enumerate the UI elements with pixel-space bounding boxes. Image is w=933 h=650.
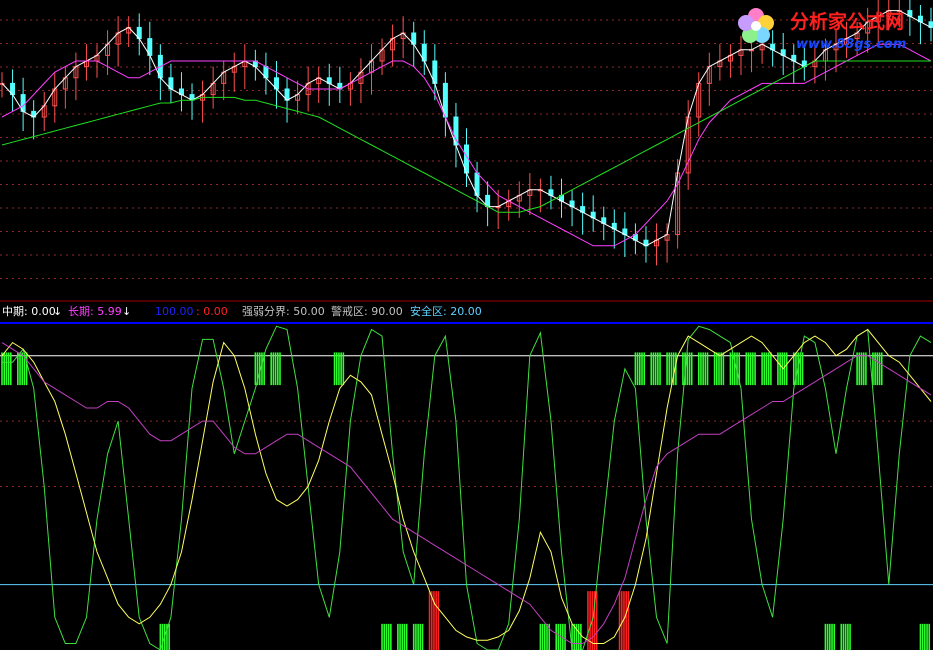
indicator-legend: 中期: 0.00 ↓ 长期: 5.99 ↓ 100.00 : 0.00 强弱分界…	[2, 304, 482, 318]
stock-chart: 中期: 0.00 ↓ 长期: 5.99 ↓ 100.00 : 0.00 强弱分界…	[0, 0, 933, 650]
legend-0: : 0.00	[196, 305, 228, 318]
logo-title: 分析家公式网	[790, 10, 904, 33]
legend-mid: 中期: 0.00	[2, 305, 56, 318]
legend-strength: 强弱分界: 50.00	[242, 305, 325, 318]
legend-safe: 安全区: 20.00	[410, 304, 482, 318]
legend-long-arrow: ↓	[122, 305, 131, 318]
legend-mid-arrow: ↓	[53, 305, 62, 318]
legend-warn: 警戒区: 90.00	[331, 304, 403, 318]
legend-100: 100.00	[155, 305, 194, 318]
logo-url: www.88gs.com	[796, 37, 906, 52]
legend-long: 长期: 5.99	[68, 305, 122, 318]
